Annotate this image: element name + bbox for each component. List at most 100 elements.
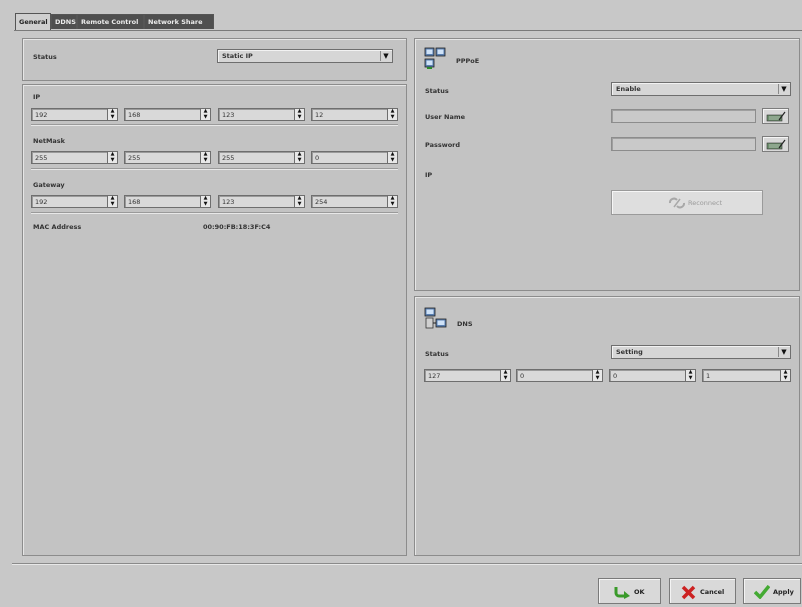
- dns-octet-3[interactable]: 0 ▲ ▼: [609, 369, 696, 382]
- chevron-down-icon: ▼: [778, 84, 789, 94]
- ip-octet-2[interactable]: 168 ▲ ▼: [124, 108, 211, 121]
- spin-arrows-icon[interactable]: ▲ ▼: [294, 108, 304, 120]
- apply-button[interactable]: Apply: [743, 578, 801, 604]
- cancel-button[interactable]: Cancel: [669, 578, 736, 604]
- reconnect-label: Reconnect: [688, 199, 723, 207]
- spin-arrows-icon[interactable]: ▲ ▼: [294, 151, 304, 163]
- gateway-octet-3[interactable]: 123 ▲ ▼: [218, 195, 305, 208]
- netmask-octet-1-value: 255: [35, 154, 48, 162]
- pppoe-status-value: Enable: [616, 85, 641, 93]
- spin-arrows-icon[interactable]: ▲ ▼: [387, 195, 397, 207]
- pppoe-title: PPPoE: [456, 57, 480, 65]
- gateway-label: Gateway: [33, 181, 65, 189]
- footer-divider: [12, 563, 802, 565]
- spin-arrows-icon[interactable]: ▲ ▼: [592, 369, 602, 381]
- ip-octet-4[interactable]: 12 ▲ ▼: [311, 108, 398, 121]
- dns-octet-2[interactable]: 0 ▲ ▼: [516, 369, 603, 382]
- ip-octet-2-value: 168: [128, 111, 141, 119]
- dns-status-select[interactable]: Setting ▼: [611, 345, 791, 359]
- dns-status-value: Setting: [616, 348, 643, 356]
- divider: [31, 168, 398, 170]
- username-keyboard-button[interactable]: [762, 108, 789, 124]
- network-computers-icon: [424, 47, 446, 71]
- general-status-select[interactable]: Static IP ▼: [217, 49, 393, 63]
- spin-arrows-icon[interactable]: ▲ ▼: [107, 108, 117, 120]
- username-field[interactable]: [611, 109, 756, 123]
- dns-status-label: Status: [425, 350, 449, 358]
- general-status-value: Static IP: [222, 52, 253, 60]
- dns-octet-4-value: 1: [706, 372, 711, 380]
- ok-button[interactable]: OK: [598, 578, 661, 604]
- netmask-octet-3[interactable]: 255 ▲ ▼: [218, 151, 305, 164]
- ip-octet-1-value: 192: [35, 111, 48, 119]
- gateway-octet-4-value: 254: [315, 198, 328, 206]
- tab-remote-control[interactable]: Remote Control: [77, 14, 144, 29]
- netmask-octet-2[interactable]: 255 ▲ ▼: [124, 151, 211, 164]
- chevron-down-icon: ▼: [380, 51, 391, 61]
- tab-divider: [14, 30, 802, 31]
- ok-arrow-icon: [614, 587, 630, 599]
- password-label: Password: [425, 141, 461, 149]
- spin-arrows-icon[interactable]: ▲ ▼: [107, 151, 117, 163]
- spin-arrows-icon[interactable]: ▲ ▼: [685, 369, 695, 381]
- cancel-x-icon: [681, 585, 696, 600]
- netmask-octet-2-value: 255: [128, 154, 141, 162]
- netmask-octet-4-value: 0: [315, 154, 320, 162]
- apply-label: Apply: [773, 588, 794, 596]
- spin-arrows-icon[interactable]: ▲ ▼: [387, 151, 397, 163]
- ip-label: IP: [33, 93, 41, 101]
- gateway-octet-2-value: 168: [128, 198, 141, 206]
- spin-arrows-icon[interactable]: ▲ ▼: [500, 369, 510, 381]
- netmask-octet-3-value: 255: [222, 154, 235, 162]
- spin-arrows-icon[interactable]: ▲ ▼: [107, 195, 117, 207]
- spin-arrows-icon[interactable]: ▲ ▼: [200, 195, 210, 207]
- general-status-label: Status: [33, 53, 57, 61]
- spin-arrows-icon[interactable]: ▲ ▼: [387, 108, 397, 120]
- spin-arrows-icon[interactable]: ▲ ▼: [294, 195, 304, 207]
- gateway-octet-1-value: 192: [35, 198, 48, 206]
- spin-arrows-icon[interactable]: ▲ ▼: [780, 369, 790, 381]
- spin-arrows-icon[interactable]: ▲ ▼: [200, 108, 210, 120]
- username-label: User Name: [425, 113, 466, 121]
- general-ip-panel: IP 192 ▲ ▼ 168 ▲ ▼ 123 ▲ ▼ 12 ▲ ▼ NetMask 255 ▲ ▼ …: [22, 84, 407, 556]
- chevron-down-icon: ▼: [778, 347, 789, 357]
- ok-label: OK: [634, 588, 645, 596]
- gateway-octet-4[interactable]: 254 ▲ ▼: [311, 195, 398, 208]
- ip-octet-3-value: 123: [222, 111, 235, 119]
- spin-arrows-icon[interactable]: ▲ ▼: [200, 151, 210, 163]
- ip-octet-1[interactable]: 192 ▲ ▼: [31, 108, 118, 121]
- tab-general[interactable]: General: [15, 13, 51, 30]
- keyboard-icon: [766, 139, 786, 150]
- tab-ddns[interactable]: DDNS: [51, 14, 77, 29]
- divider: [31, 124, 398, 126]
- reconnect-icon: [669, 197, 685, 209]
- pppoe-status-label: Status: [425, 87, 449, 95]
- netmask-octet-1[interactable]: 255 ▲ ▼: [31, 151, 118, 164]
- pppoe-ip-label: IP: [425, 171, 433, 179]
- gateway-octet-1[interactable]: 192 ▲ ▼: [31, 195, 118, 208]
- ip-octet-3[interactable]: 123 ▲ ▼: [218, 108, 305, 121]
- gateway-octet-2[interactable]: 168 ▲ ▼: [124, 195, 211, 208]
- tab-network-share[interactable]: Network Share: [144, 14, 214, 29]
- dns-octet-3-value: 0: [613, 372, 618, 380]
- reconnect-button[interactable]: Reconnect: [611, 190, 763, 215]
- dns-octet-2-value: 0: [520, 372, 525, 380]
- netmask-octet-4[interactable]: 0 ▲ ▼: [311, 151, 398, 164]
- dns-panel: DNS Status Setting ▼ 127 ▲ ▼ 0 ▲ ▼ 0 ▲ ▼ 1 ▲ ▼: [414, 296, 800, 556]
- dns-octet-1-value: 127: [428, 372, 441, 380]
- dns-computers-icon: [424, 307, 448, 333]
- dns-title: DNS: [457, 320, 473, 328]
- mac-address-label: MAC Address: [33, 223, 82, 231]
- password-field[interactable]: [611, 137, 756, 151]
- pppoe-status-select[interactable]: Enable ▼: [611, 82, 791, 96]
- ip-octet-4-value: 12: [315, 111, 324, 119]
- dns-octet-1[interactable]: 127 ▲ ▼: [424, 369, 511, 382]
- dns-octet-4[interactable]: 1 ▲ ▼: [702, 369, 791, 382]
- apply-check-icon: [754, 585, 770, 599]
- gateway-octet-3-value: 123: [222, 198, 235, 206]
- pppoe-panel: PPPoE Status Enable ▼ User Name Password…: [414, 38, 800, 291]
- general-status-panel: Status Static IP ▼: [22, 38, 407, 81]
- divider: [31, 212, 398, 214]
- password-keyboard-button[interactable]: [762, 136, 789, 152]
- keyboard-icon: [766, 111, 786, 122]
